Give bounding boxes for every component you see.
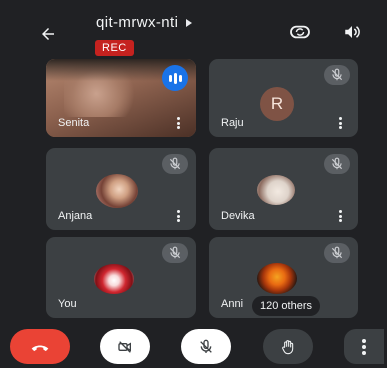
speaking-indicator — [162, 65, 188, 91]
more-vertical-icon — [362, 338, 366, 355]
participant-tile[interactable]: You — [46, 237, 196, 318]
participant-name: Anjana — [58, 210, 93, 222]
mic-off-icon — [162, 243, 188, 263]
more-options-button[interactable] — [344, 329, 384, 364]
participant-tile[interactable]: Anjana — [46, 148, 196, 230]
meeting-title[interactable]: qit-mrwx-nti — [96, 14, 193, 31]
more-vertical-icon[interactable] — [176, 117, 180, 129]
recording-badge: REC — [95, 40, 134, 56]
participant-tile[interactable]: Anni 120 others — [209, 237, 358, 318]
end-call-icon — [31, 345, 49, 351]
avatar — [257, 263, 297, 294]
participant-name: Anni — [221, 298, 244, 310]
mic-off-icon — [324, 65, 350, 85]
mic-off-icon — [324, 154, 350, 174]
participant-name: Devika — [221, 210, 255, 222]
chevron-right-icon — [186, 18, 193, 27]
avatar — [96, 174, 138, 208]
end-call-button[interactable] — [10, 329, 70, 364]
mic-off-icon — [200, 339, 212, 353]
switch-camera-icon — [290, 25, 310, 39]
avatar: R — [260, 87, 294, 121]
more-vertical-icon[interactable] — [338, 117, 342, 129]
participant-name: Raju — [221, 117, 244, 129]
more-vertical-icon[interactable] — [338, 210, 342, 222]
participant-tile[interactable]: Devika — [209, 148, 358, 230]
meeting-code: qit-mrwx-nti — [96, 14, 179, 31]
top-bar: qit-mrwx-nti REC — [0, 0, 387, 58]
participant-name: You — [58, 298, 77, 310]
participant-name: Senita — [58, 117, 90, 129]
video-off-icon — [118, 340, 131, 353]
others-count[interactable]: 120 others — [252, 296, 320, 316]
avatar — [94, 264, 134, 294]
participant-tile[interactable]: Senita — [46, 59, 196, 137]
hand-icon — [282, 339, 294, 354]
more-vertical-icon[interactable] — [176, 210, 180, 222]
speaker-button[interactable] — [338, 20, 366, 44]
camera-toggle-button[interactable] — [100, 329, 150, 364]
mic-off-icon — [324, 243, 350, 263]
participant-tile[interactable]: R Raju — [209, 59, 358, 137]
arrow-left-icon — [42, 28, 54, 40]
mic-off-icon — [162, 154, 188, 174]
speaker-icon — [345, 26, 360, 38]
avatar — [257, 175, 295, 205]
meeting-screen: qit-mrwx-nti REC Senita R Raju Anjana De… — [0, 0, 387, 368]
raise-hand-button[interactable] — [263, 329, 313, 364]
switch-camera-button[interactable] — [286, 20, 314, 44]
mic-toggle-button[interactable] — [181, 329, 231, 364]
back-button[interactable] — [34, 20, 62, 48]
